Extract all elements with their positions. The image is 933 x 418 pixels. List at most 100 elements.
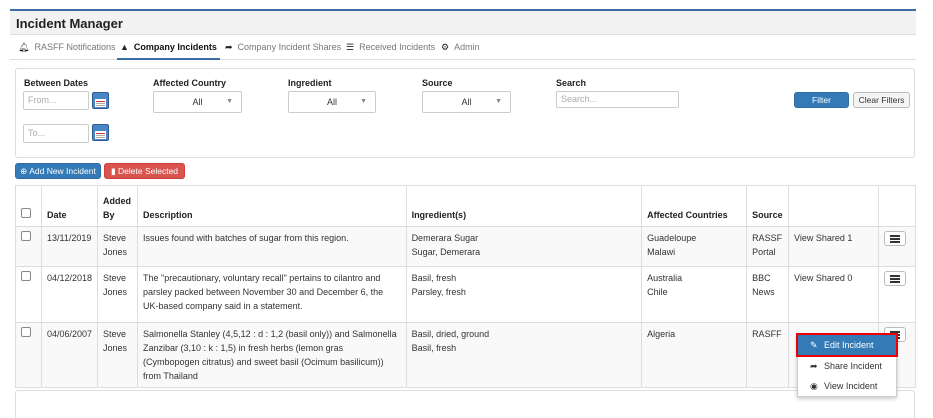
tab-company-incidents[interactable]: ▲ Company Incidents bbox=[117, 36, 220, 60]
filter-button[interactable]: Filter bbox=[794, 92, 849, 108]
row-actions-cell bbox=[877, 266, 917, 323]
country-item: Guadeloupe bbox=[647, 233, 697, 243]
affected-country-select[interactable]: All ▼ bbox=[153, 91, 242, 113]
ingredient-item: Parsley, fresh bbox=[411, 287, 466, 297]
column-header-affected-countries[interactable]: Affected Countries bbox=[641, 185, 748, 227]
chevron-down-icon: ▼ bbox=[360, 98, 367, 105]
between-dates-label: Between Dates bbox=[24, 78, 89, 88]
added-by-cell: Steve Jones bbox=[97, 266, 139, 323]
view-shared-link[interactable]: View Shared 1 bbox=[794, 233, 852, 243]
tab-received-incidents[interactable]: ☰ Received Incidents bbox=[346, 36, 435, 60]
delete-selected-button[interactable]: ▮ Delete Selected bbox=[104, 163, 185, 179]
source-select[interactable]: All ▼ bbox=[422, 91, 511, 113]
row-actions-cell bbox=[877, 226, 917, 267]
select-all-checkbox[interactable] bbox=[21, 208, 31, 218]
share-incident-menu-item[interactable]: ➦ Share Incident bbox=[798, 356, 896, 376]
column-header-date[interactable]: Date bbox=[40, 185, 99, 227]
countries-cell: Algeria bbox=[641, 322, 748, 388]
ingredient-item: Basil, dried, ground bbox=[411, 329, 490, 339]
row-select-cell bbox=[15, 322, 42, 388]
added-by-cell: Steve Jones bbox=[97, 226, 139, 267]
country-item: Australia bbox=[647, 273, 683, 283]
column-header-shared bbox=[788, 185, 879, 227]
warning-icon: ▲ bbox=[120, 42, 129, 52]
clear-filters-button[interactable]: Clear Filters bbox=[853, 92, 910, 108]
tab-label: Received Incidents bbox=[359, 42, 436, 52]
calendar-icon[interactable] bbox=[92, 92, 109, 109]
column-header-ingredients[interactable]: Ingredient(s) bbox=[405, 185, 643, 227]
row-select-cell bbox=[15, 226, 42, 267]
menu-item-label: Share Incident bbox=[824, 361, 883, 371]
row-menu-button[interactable] bbox=[883, 271, 906, 286]
add-new-incident-button[interactable]: ⊕ Add New Incident bbox=[15, 163, 101, 179]
ingredient-item: Sugar, Demerara bbox=[411, 247, 481, 257]
added-by-cell: Steve Jones bbox=[97, 322, 139, 388]
select-value: All bbox=[192, 97, 203, 107]
ingredient-item: Demerara Sugar bbox=[411, 233, 479, 243]
ingredient-item: Basil, fresh bbox=[411, 343, 457, 353]
countries-cell: Australia Chile bbox=[641, 266, 748, 323]
country-item: Algeria bbox=[647, 329, 676, 339]
column-header-added-by[interactable]: Added By bbox=[97, 185, 139, 227]
table-header-row: Date Added By Description Ingredient(s) … bbox=[15, 185, 917, 227]
source-cell: RASSF Portal bbox=[746, 226, 790, 267]
row-checkbox[interactable] bbox=[21, 327, 31, 337]
tab-rasff-notifications[interactable]: 🔔︎ RASFF Notifications bbox=[18, 36, 115, 60]
ingredient-item: Basil, fresh bbox=[411, 273, 457, 283]
column-header-description[interactable]: Description bbox=[137, 185, 407, 227]
view-incident-menu-item[interactable]: ◉ View Incident bbox=[798, 376, 896, 396]
description-cell: Issues found with batches of sugar from … bbox=[137, 226, 407, 267]
list-icon: ☰ bbox=[346, 42, 355, 52]
menu-item-label: View Incident bbox=[824, 381, 878, 391]
ingredients-cell: Basil, dried, ground Basil, fresh bbox=[405, 322, 643, 388]
description-cell: Salmonella Stanley (4,5,12 : d : 1,2 (ba… bbox=[137, 322, 407, 388]
tab-label: Company Incidents bbox=[133, 42, 217, 52]
menu-item-label: Edit Incident bbox=[824, 340, 874, 350]
tab-admin[interactable]: ⚙ Admin bbox=[441, 36, 480, 60]
add-new-incident-label: Add New Incident bbox=[29, 166, 96, 176]
row-menu-button[interactable] bbox=[883, 231, 906, 246]
select-all-cell bbox=[15, 185, 42, 227]
description-cell: The "precautionary, voluntary recall" pe… bbox=[137, 266, 407, 323]
ingredients-cell: Demerara Sugar Sugar, Demerara bbox=[405, 226, 643, 267]
plus-circle-icon: ⊕ bbox=[20, 166, 28, 176]
to-date-input[interactable]: To... bbox=[23, 124, 89, 143]
filter-panel: Between Dates From... To... Affected Cou… bbox=[15, 68, 915, 158]
date-cell: 13/11/2019 bbox=[40, 226, 99, 267]
edit-incident-menu-item[interactable]: ✎ Edit Incident bbox=[796, 333, 898, 357]
chevron-down-icon: ▼ bbox=[495, 98, 502, 105]
nav-tabs: 🔔︎ RASFF Notifications ▲ Company Incidents… bbox=[10, 36, 916, 60]
page-title: Incident Manager bbox=[16, 16, 123, 31]
view-shared-cell: View Shared 1 bbox=[788, 226, 879, 267]
bell-icon: 🔔︎ bbox=[18, 42, 30, 52]
trash-icon: ▮ bbox=[110, 166, 116, 176]
share-icon: ➦ bbox=[810, 361, 818, 371]
country-item: Malawi bbox=[647, 247, 676, 257]
country-item: Chile bbox=[647, 287, 668, 297]
title-bar: Incident Manager bbox=[10, 11, 916, 35]
tab-company-incident-shares[interactable]: ➦ Company Incident Shares bbox=[225, 36, 341, 60]
tab-label: RASFF Notifications bbox=[34, 42, 116, 52]
delete-selected-label: Delete Selected bbox=[118, 166, 179, 176]
bottom-panel bbox=[15, 390, 915, 418]
table-row: 13/11/2019 Steve Jones Issues found with… bbox=[15, 226, 917, 267]
share-icon: ➦ bbox=[225, 42, 233, 52]
calendar-icon[interactable] bbox=[92, 124, 109, 141]
incidents-table: Date Added By Description Ingredient(s) … bbox=[15, 185, 917, 388]
ingredient-select[interactable]: All ▼ bbox=[288, 91, 376, 113]
view-shared-cell: View Shared 0 bbox=[788, 266, 879, 323]
ingredient-label: Ingredient bbox=[288, 78, 332, 88]
view-shared-link[interactable]: View Shared 0 bbox=[794, 273, 852, 283]
row-checkbox[interactable] bbox=[21, 271, 31, 281]
row-actions-menu: ✎ Edit Incident ➦ Share Incident ◉ View Inc… bbox=[796, 333, 898, 397]
search-input[interactable]: Search... bbox=[556, 91, 679, 108]
row-checkbox[interactable] bbox=[21, 231, 31, 241]
table-row: 04/06/2007 Steve Jones Salmonella Stanle… bbox=[15, 322, 917, 388]
column-header-source[interactable]: Source bbox=[746, 185, 790, 227]
from-date-input[interactable]: From... bbox=[23, 91, 89, 110]
select-value: All bbox=[326, 97, 337, 107]
chevron-down-icon: ▼ bbox=[226, 98, 233, 105]
row-select-cell bbox=[15, 266, 42, 323]
tab-label: Admin bbox=[454, 42, 480, 52]
date-cell: 04/06/2007 bbox=[40, 322, 99, 388]
